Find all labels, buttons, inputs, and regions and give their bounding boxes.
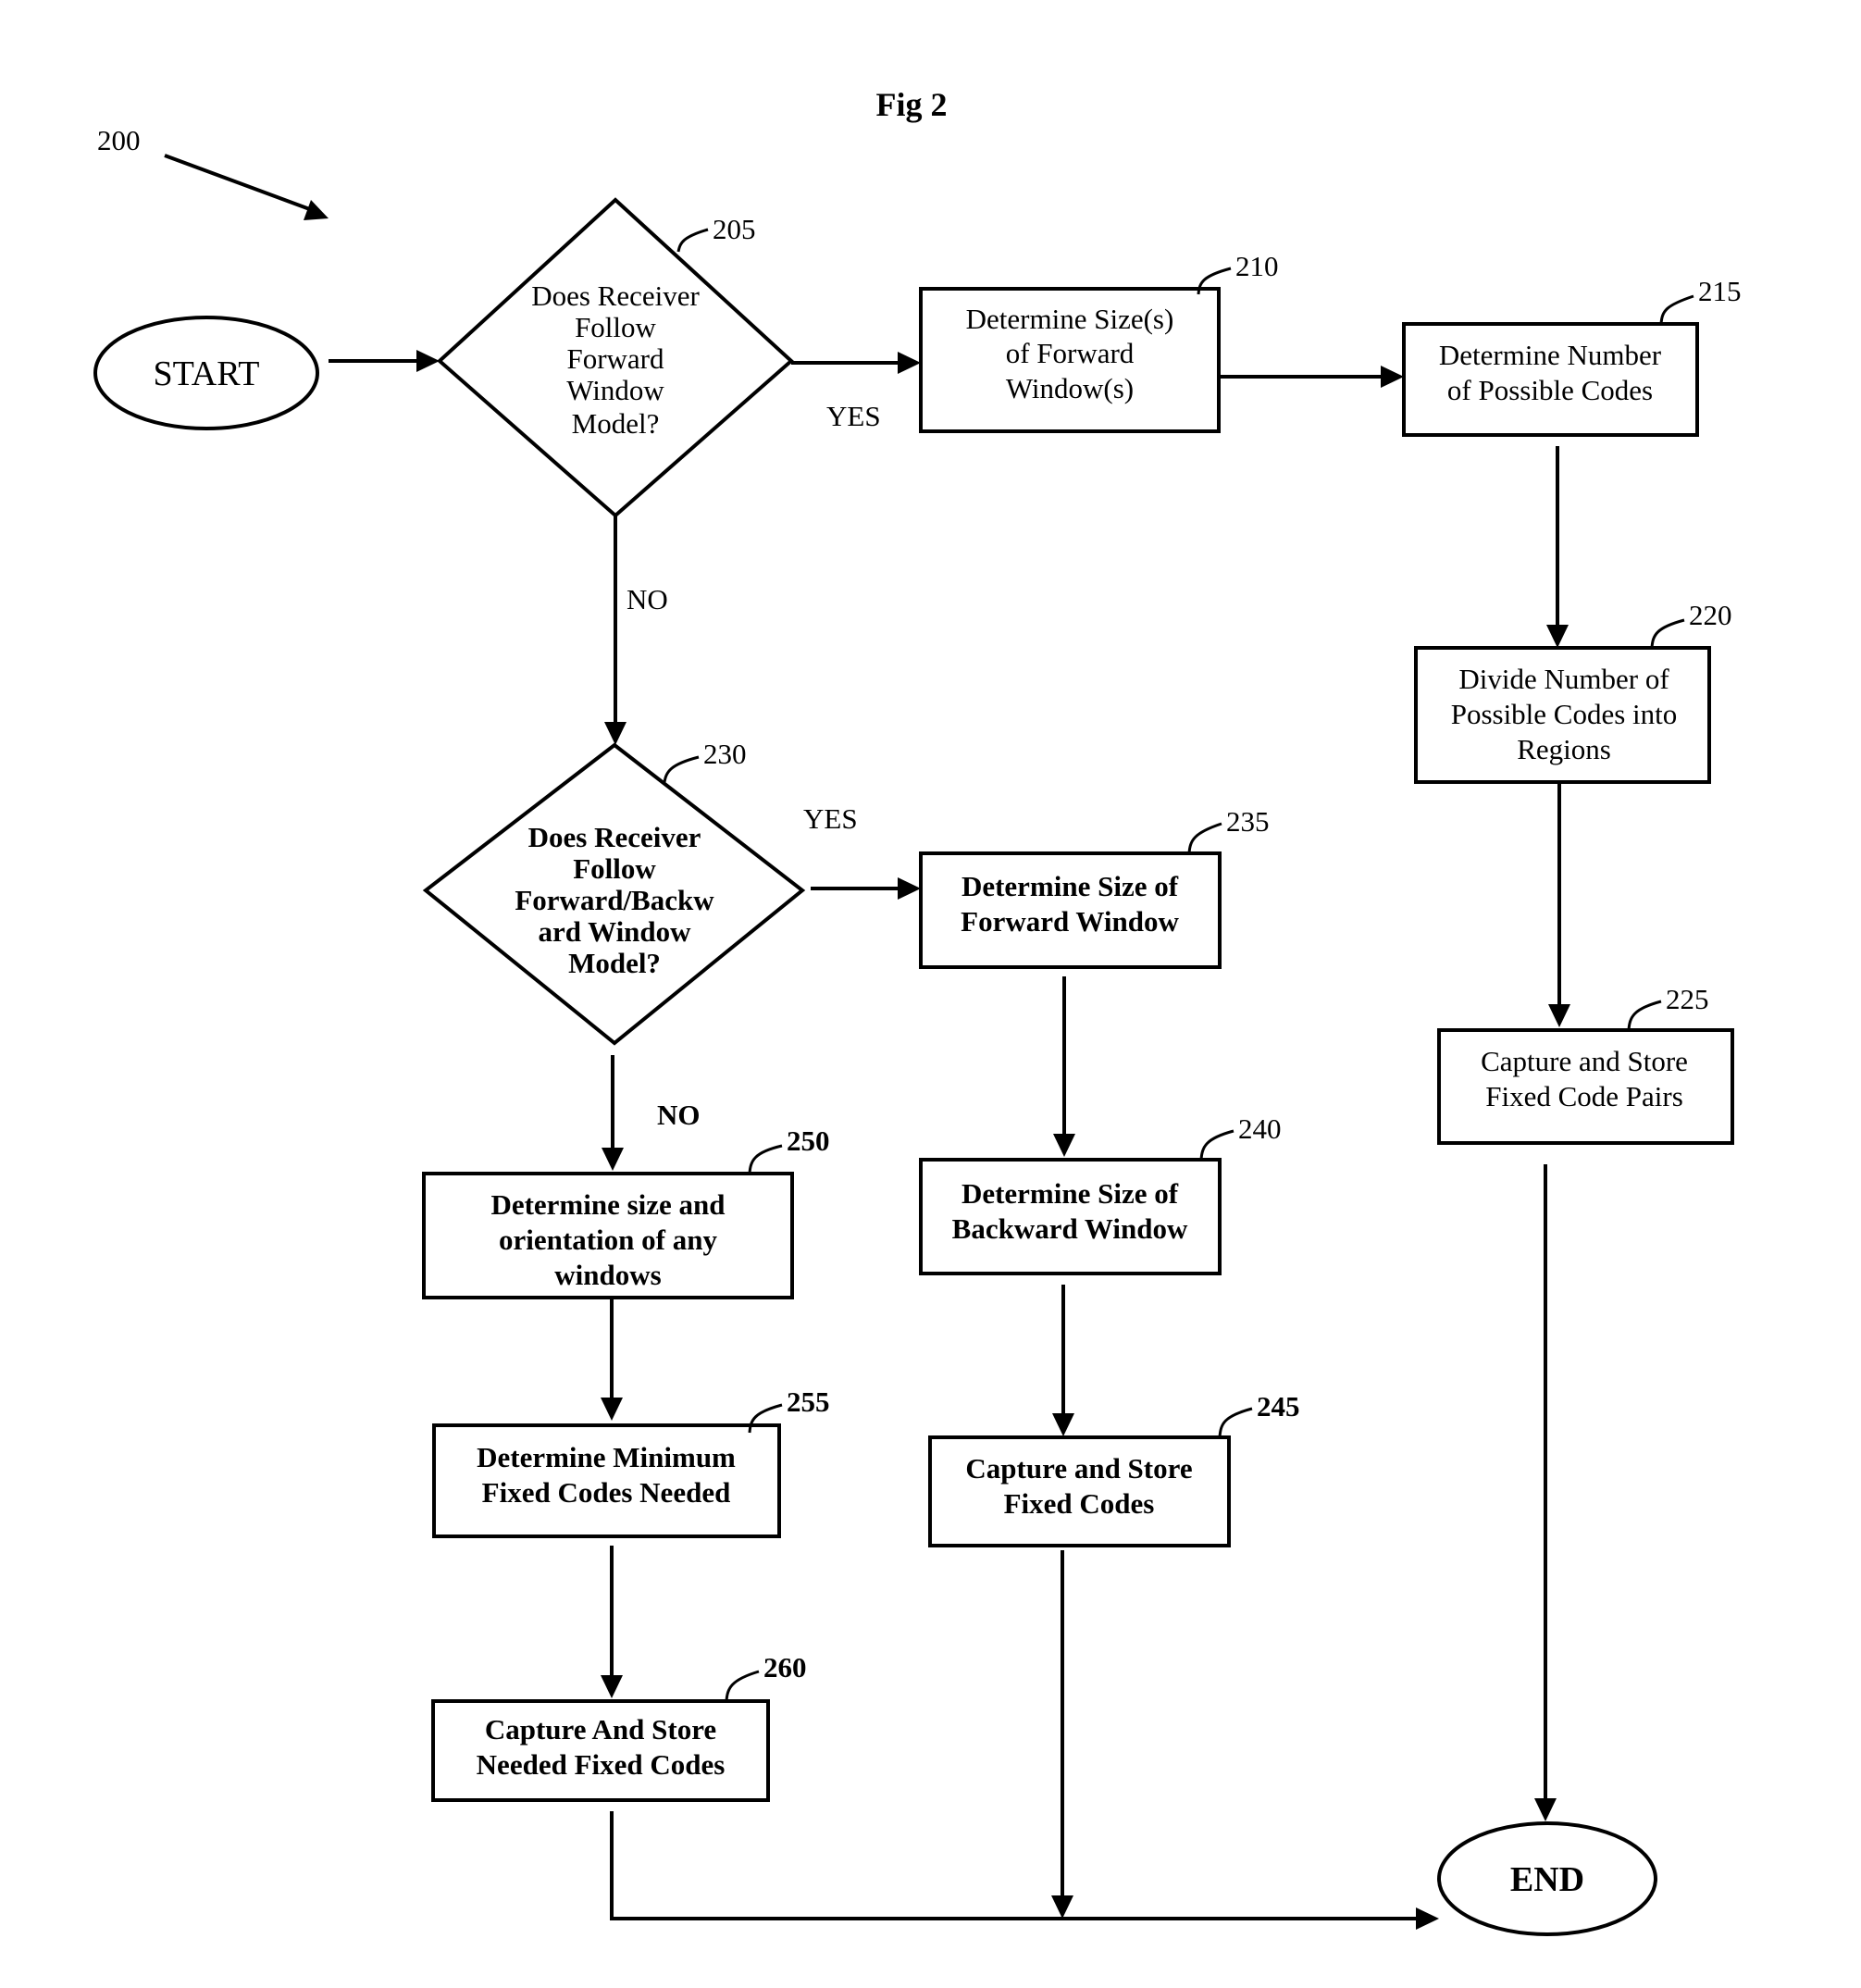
- process-255-line-1: Determine Minimum: [477, 1441, 736, 1473]
- process-250: Determine size and orientation of any wi…: [422, 1172, 794, 1299]
- edge-label-no-205: NO: [627, 583, 668, 615]
- process-210-line-1: Determine Size(s): [966, 303, 1174, 335]
- svg-text:235: 235: [1226, 805, 1270, 838]
- callout-235: 235: [1187, 805, 1270, 854]
- arrow-240-to-245: [1052, 1285, 1074, 1436]
- process-255: Determine Minimum Fixed Codes Needed: [432, 1423, 781, 1538]
- process-260: Capture And Store Needed Fixed Codes: [431, 1699, 770, 1802]
- process-220: Divide Number of Possible Codes into Reg…: [1414, 646, 1711, 784]
- process-220-line-3: Regions: [1517, 733, 1611, 765]
- arrow-205-to-230: [604, 516, 627, 745]
- svg-text:245: 245: [1257, 1390, 1300, 1423]
- start-terminal: START: [93, 316, 319, 430]
- decision-205-line-1: Does Receiver: [531, 280, 700, 312]
- process-215-line-2: of Possible Codes: [1447, 374, 1653, 406]
- process-245-line-1: Capture and Store: [965, 1452, 1192, 1485]
- process-255-line-2: Fixed Codes Needed: [482, 1476, 731, 1509]
- arrow-220-to-225: [1548, 782, 1570, 1027]
- process-240: Determine Size of Backward Window: [919, 1158, 1222, 1275]
- svg-text:260: 260: [763, 1651, 807, 1684]
- callout-245: 245: [1218, 1390, 1300, 1438]
- start-label: START: [153, 354, 259, 393]
- process-215-line-1: Determine Number: [1439, 339, 1662, 371]
- decision-205-line-4: Window: [566, 374, 664, 406]
- arrow-260-to-end: [610, 1811, 1439, 1930]
- process-240-line-1: Determine Size of: [962, 1177, 1179, 1210]
- callout-220: 220: [1650, 599, 1732, 649]
- process-260-line-1: Capture And Store: [485, 1713, 716, 1746]
- callout-215: 215: [1659, 275, 1742, 325]
- decision-230: Does Receiver Follow Forward/Backw ard W…: [422, 742, 806, 1046]
- callout-230: 230: [663, 738, 747, 783]
- callout-260: 260: [725, 1651, 807, 1702]
- edge-label-no-230: NO: [657, 1099, 701, 1131]
- arrow-225-to-end: [1534, 1164, 1557, 1821]
- decision-230-line-5: Model?: [568, 947, 661, 979]
- process-235-line-1: Determine Size of: [962, 870, 1179, 902]
- decision-205-line-3: Forward: [566, 342, 664, 375]
- flowchart-canvas: Fig 2 200 START Does Receiver Follow For…: [93, 86, 1742, 1936]
- process-220-line-2: Possible Codes into: [1451, 698, 1678, 730]
- svg-text:215: 215: [1698, 275, 1742, 307]
- arrow-start-to-205: [329, 350, 440, 372]
- edge-label-yes-230: YES: [803, 802, 858, 835]
- decision-230-line-2: Follow: [573, 852, 656, 885]
- arrow-235-to-240: [1053, 976, 1075, 1157]
- svg-text:230: 230: [703, 738, 747, 770]
- svg-text:220: 220: [1689, 599, 1732, 631]
- process-235-line-2: Forward Window: [961, 905, 1179, 938]
- process-245: Capture and Store Fixed Codes: [928, 1435, 1231, 1547]
- figure-title: Fig 2: [876, 86, 948, 123]
- figure-reference-arrow: [164, 154, 329, 220]
- svg-text:240: 240: [1238, 1112, 1282, 1145]
- process-210-line-3: Window(s): [1006, 372, 1134, 404]
- process-220-line-1: Divide Number of: [1458, 663, 1669, 695]
- arrow-230-to-250: [602, 1055, 624, 1171]
- svg-text:210: 210: [1235, 250, 1279, 282]
- process-225: Capture and Store Fixed Code Pairs: [1437, 1028, 1734, 1145]
- arrow-210-to-215: [1219, 366, 1404, 388]
- decision-230-line-1: Does Receiver: [528, 821, 701, 853]
- decision-230-line-4: ard Window: [538, 915, 691, 948]
- decision-205-line-5: Model?: [572, 407, 660, 440]
- process-210: Determine Size(s) of Forward Window(s): [919, 287, 1221, 433]
- arrow-230-to-235: [811, 877, 921, 900]
- figure-reference: 200: [97, 124, 141, 156]
- process-250-line-2: orientation of any: [499, 1224, 717, 1256]
- process-250-line-1: Determine size and: [490, 1188, 725, 1221]
- svg-text:250: 250: [787, 1124, 830, 1157]
- callout-240: 240: [1199, 1112, 1282, 1161]
- process-245-line-2: Fixed Codes: [1004, 1487, 1155, 1520]
- decision-205-line-2: Follow: [575, 311, 656, 343]
- callout-250: 250: [748, 1124, 830, 1174]
- callout-225: 225: [1627, 983, 1709, 1031]
- process-250-line-3: windows: [554, 1259, 661, 1291]
- edge-label-yes-205: YES: [826, 400, 881, 432]
- decision-205: Does Receiver Follow Forward Window Mode…: [437, 197, 794, 518]
- svg-text:255: 255: [787, 1385, 830, 1418]
- end-label: END: [1510, 1860, 1584, 1899]
- process-210-line-2: of Forward: [1006, 337, 1135, 369]
- process-260-line-2: Needed Fixed Codes: [477, 1748, 726, 1781]
- arrow-250-to-255: [601, 1298, 623, 1421]
- process-225-line-1: Capture and Store: [1481, 1045, 1688, 1077]
- arrow-205-to-210: [791, 352, 921, 374]
- process-215: Determine Number of Possible Codes: [1402, 322, 1699, 437]
- callout-205: 205: [676, 213, 756, 253]
- arrow-245-to-merge: [1051, 1550, 1073, 1919]
- decision-230-line-3: Forward/Backw: [515, 884, 714, 916]
- svg-text:225: 225: [1666, 983, 1709, 1015]
- arrow-255-to-260: [601, 1546, 623, 1698]
- process-240-line-2: Backward Window: [952, 1212, 1188, 1245]
- svg-text:205: 205: [713, 213, 756, 245]
- arrow-215-to-220: [1546, 446, 1569, 648]
- process-225-line-2: Fixed Code Pairs: [1485, 1080, 1683, 1112]
- process-235: Determine Size of Forward Window: [919, 851, 1222, 969]
- end-terminal: END: [1437, 1821, 1657, 1936]
